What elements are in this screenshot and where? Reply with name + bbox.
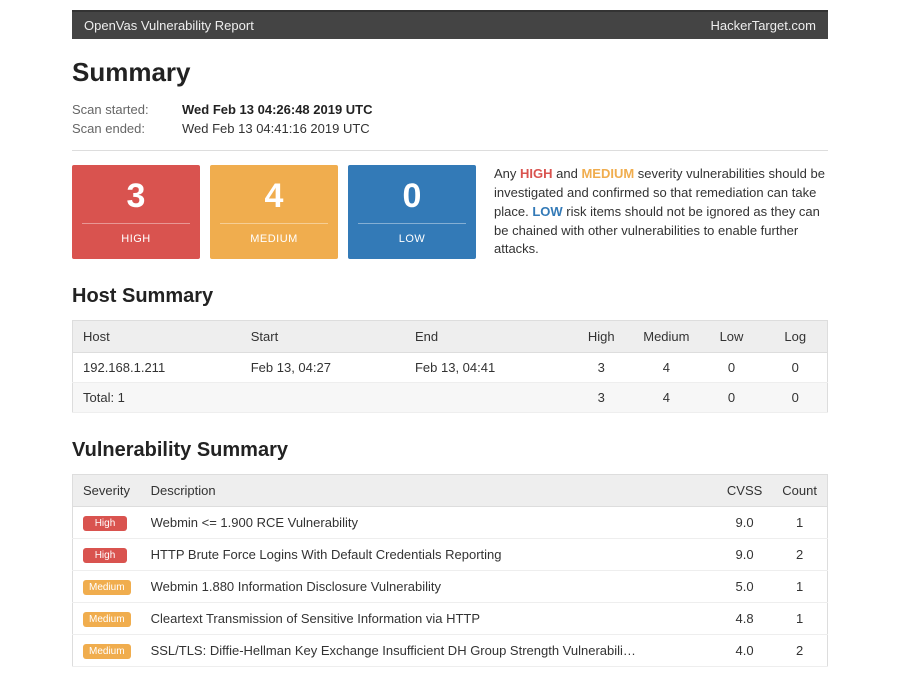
cell-description: Cleartext Transmission of Sensitive Info… bbox=[141, 603, 717, 635]
cell-start bbox=[241, 383, 405, 413]
scan-started-value: Wed Feb 13 04:26:48 2019 UTC bbox=[182, 102, 373, 117]
severity-badge: High bbox=[83, 548, 127, 563]
vuln-summary-table: Severity Description CVSS Count High Webm… bbox=[72, 474, 828, 667]
cell-count: 1 bbox=[772, 507, 827, 539]
cell-count: 1 bbox=[772, 571, 827, 603]
tile-low-count: 0 bbox=[348, 179, 476, 213]
cell-host: 192.168.1.211 bbox=[73, 353, 241, 383]
col-medium: Medium bbox=[633, 321, 699, 353]
cell-end bbox=[405, 383, 569, 413]
col-low: Low bbox=[700, 321, 764, 353]
cell-count: 2 bbox=[772, 635, 827, 667]
cell-cvss: 9.0 bbox=[717, 507, 772, 539]
severity-tiles: 3 HIGH 4 MEDIUM 0 LOW Any HIGH and MEDIU… bbox=[72, 165, 828, 259]
table-row: Medium Cleartext Transmission of Sensitiv… bbox=[73, 603, 828, 635]
tile-high: 3 HIGH bbox=[72, 165, 200, 259]
cell-severity: High bbox=[73, 539, 141, 571]
cell-description: HTTP Brute Force Logins With Default Cre… bbox=[141, 539, 717, 571]
col-host: Host bbox=[73, 321, 241, 353]
divider bbox=[72, 150, 828, 151]
cell-severity: Medium bbox=[73, 571, 141, 603]
host-summary-heading: Host Summary bbox=[72, 285, 828, 308]
scan-started-label: Scan started: bbox=[72, 102, 182, 117]
scan-meta: Scan started: Wed Feb 13 04:26:48 2019 U… bbox=[72, 102, 828, 136]
cell-high: 3 bbox=[569, 383, 633, 413]
cell-count: 2 bbox=[772, 539, 827, 571]
cell-description: Webmin 1.880 Information Disclosure Vuln… bbox=[141, 571, 717, 603]
severity-badge: High bbox=[83, 516, 127, 531]
tile-high-count: 3 bbox=[72, 179, 200, 213]
cell-severity: High bbox=[73, 507, 141, 539]
severity-badge: Medium bbox=[83, 580, 131, 595]
col-severity: Severity bbox=[73, 475, 141, 507]
blurb-high: HIGH bbox=[520, 166, 553, 181]
cell-cvss: 5.0 bbox=[717, 571, 772, 603]
blurb-medium: MEDIUM bbox=[581, 166, 634, 181]
tile-medium-count: 4 bbox=[210, 179, 338, 213]
tile-medium-label: MEDIUM bbox=[250, 233, 298, 245]
tile-low-label: LOW bbox=[399, 233, 426, 245]
col-description: Description bbox=[141, 475, 717, 507]
severity-blurb: Any HIGH and MEDIUM severity vulnerabili… bbox=[486, 165, 828, 259]
col-end: End bbox=[405, 321, 569, 353]
cell-severity: Medium bbox=[73, 603, 141, 635]
severity-badge: Medium bbox=[83, 612, 131, 627]
tile-low: 0 LOW bbox=[348, 165, 476, 259]
tile-medium: 4 MEDIUM bbox=[210, 165, 338, 259]
report-title: OpenVas Vulnerability Report bbox=[84, 18, 254, 33]
cell-cvss: 4.0 bbox=[717, 635, 772, 667]
table-row: High Webmin <= 1.900 RCE Vulnerability9.0… bbox=[73, 507, 828, 539]
summary-heading: Summary bbox=[72, 57, 828, 88]
host-summary-table: Host Start End High Medium Low Log 192.1… bbox=[72, 320, 828, 413]
cell-start: Feb 13, 04:27 bbox=[241, 353, 405, 383]
cell-log: 0 bbox=[764, 383, 828, 413]
topbar: OpenVas Vulnerability Report HackerTarge… bbox=[72, 10, 828, 39]
table-row: High HTTP Brute Force Logins With Default… bbox=[73, 539, 828, 571]
col-count: Count bbox=[772, 475, 827, 507]
severity-badge: Medium bbox=[83, 644, 131, 659]
cell-low: 0 bbox=[700, 353, 764, 383]
report-source: HackerTarget.com bbox=[711, 18, 816, 33]
cell-high: 3 bbox=[569, 353, 633, 383]
cell-end: Feb 13, 04:41 bbox=[405, 353, 569, 383]
col-high: High bbox=[569, 321, 633, 353]
cell-description: SSL/TLS: Diffie-Hellman Key Exchange Ins… bbox=[141, 635, 717, 667]
cell-log: 0 bbox=[764, 353, 828, 383]
col-cvss: CVSS bbox=[717, 475, 772, 507]
cell-cvss: 9.0 bbox=[717, 539, 772, 571]
scan-ended-label: Scan ended: bbox=[72, 121, 182, 136]
blurb-text: Any bbox=[494, 166, 520, 181]
cell-severity: Medium bbox=[73, 635, 141, 667]
cell-count: 1 bbox=[772, 603, 827, 635]
blurb-text: and bbox=[553, 166, 582, 181]
col-start: Start bbox=[241, 321, 405, 353]
table-row: Medium SSL/TLS: Diffie-Hellman Key Exchan… bbox=[73, 635, 828, 667]
col-log: Log bbox=[764, 321, 828, 353]
blurb-low: LOW bbox=[532, 204, 562, 219]
cell-cvss: 4.8 bbox=[717, 603, 772, 635]
cell-low: 0 bbox=[700, 383, 764, 413]
vuln-summary-heading: Vulnerability Summary bbox=[72, 439, 828, 462]
cell-host: Total: 1 bbox=[73, 383, 241, 413]
tile-high-label: HIGH bbox=[121, 233, 151, 245]
table-row-total: Total: 13400 bbox=[73, 383, 828, 413]
table-row: Medium Webmin 1.880 Information Disclosur… bbox=[73, 571, 828, 603]
cell-medium: 4 bbox=[633, 383, 699, 413]
scan-ended-value: Wed Feb 13 04:41:16 2019 UTC bbox=[182, 121, 370, 136]
cell-medium: 4 bbox=[633, 353, 699, 383]
cell-description: Webmin <= 1.900 RCE Vulnerability bbox=[141, 507, 717, 539]
table-row: 192.168.1.211Feb 13, 04:27Feb 13, 04:413… bbox=[73, 353, 828, 383]
